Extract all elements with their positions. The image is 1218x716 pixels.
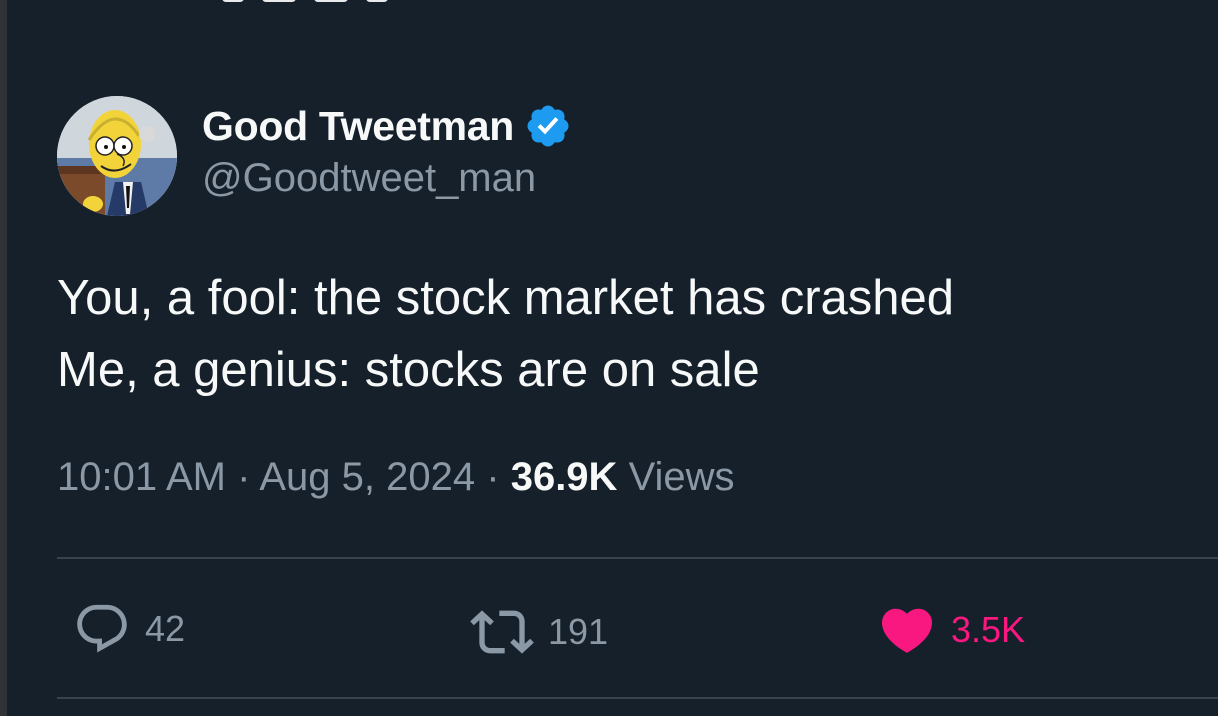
display-name[interactable]: Good Tweetman: [202, 103, 514, 150]
reply-button[interactable]: 42: [73, 600, 185, 658]
tweet-text: You, a fool: the stock market has crashe…: [57, 262, 954, 406]
reply-icon: [77, 604, 127, 653]
tweet-metadata: 10:01 AM · Aug 5, 2024 · 36.9K Views: [57, 455, 735, 500]
action-bar: 42 191 3.5K: [57, 600, 1218, 660]
tweet-text-line: You, a fool: the stock market has crashe…: [57, 271, 955, 325]
reply-count: 42: [145, 608, 186, 649]
avatar-image: [57, 96, 177, 216]
avatar[interactable]: [57, 96, 177, 216]
retweet-icon: [470, 610, 534, 654]
views-label: Views: [628, 455, 735, 499]
heart-icon: [881, 608, 933, 653]
verified-badge-icon[interactable]: [524, 102, 572, 150]
divider: [57, 697, 1218, 699]
tweet-time[interactable]: 10:01 AM: [57, 455, 226, 499]
tweet-text-line: Me, a genius: stocks are on sale: [57, 343, 760, 397]
author-handle[interactable]: @Goodtweet_man: [202, 156, 572, 201]
left-border: [0, 0, 7, 716]
retweet-button[interactable]: 191: [470, 600, 608, 664]
retweet-count: 191: [548, 611, 609, 652]
like-button[interactable]: 3.5K: [877, 600, 1025, 660]
tweet-date[interactable]: Aug 5, 2024: [259, 455, 475, 499]
views-count[interactable]: 36.9K: [511, 455, 618, 499]
like-count: 3.5K: [951, 609, 1026, 650]
meta-separator: ·: [237, 455, 251, 499]
author-block: Good Tweetman @Goodtweet_man: [202, 98, 572, 201]
meta-separator: ·: [486, 455, 500, 499]
display-name-row: Good Tweetman: [202, 98, 572, 154]
previous-content-fragment: [222, 0, 388, 6]
divider: [57, 557, 1218, 559]
